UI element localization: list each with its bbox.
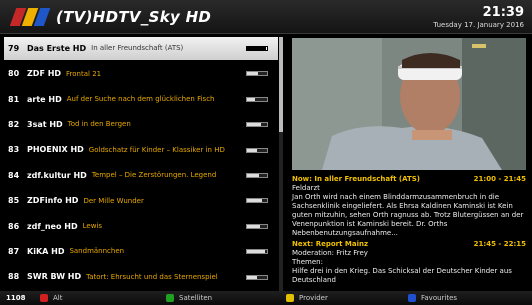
yellow-key-icon (286, 294, 294, 302)
next-themes: Themen: (292, 258, 323, 266)
now-title: Now: In aller Freundschaft (ATS) (292, 175, 421, 183)
green-key-label: Satelliten (179, 294, 213, 302)
channel-name: 3sat HD (27, 119, 63, 129)
channel-row[interactable]: 88 SWR BW HD Tatort: Ehrsucht und das Ster… (4, 266, 278, 289)
channel-program: Tatort: Ehrsucht und das Sternenspiel (86, 272, 218, 281)
now-time: 21:00 - 21:45 (473, 175, 526, 183)
scrollbar-thumb[interactable] (279, 37, 283, 132)
channel-program: Goldschatz für Kinder – Klassiker in HD (88, 145, 225, 154)
bouquet-title: (TV)HDTV_Sky HD (56, 8, 212, 26)
channel-row[interactable]: 85 ZDFinfo HD Der Mille Wunder (4, 189, 278, 212)
channel-number: 80 (8, 69, 20, 79)
yellow-key-button[interactable]: Provider (286, 294, 328, 302)
program-progress-bar (246, 249, 268, 255)
program-progress-bar (246, 274, 268, 280)
channel-row[interactable]: 79 Das Erste HD In aller Freundschaft (ATS… (4, 37, 278, 60)
channel-number: 82 (8, 119, 20, 129)
channel-row[interactable]: 81 arte HD Auf der Suche nach dem glücklic… (4, 88, 278, 111)
channel-name: PHOENIX HD (27, 145, 84, 155)
program-progress-fill (247, 72, 258, 76)
program-progress-bar (246, 147, 268, 153)
program-progress-fill (247, 123, 261, 127)
program-progress-fill (247, 250, 265, 254)
channel-program: Frontal 21 (66, 69, 102, 78)
green-key-button[interactable]: Satelliten (166, 294, 212, 302)
top-bar: (TV)HDTV_Sky HD 21:39 Tuesday 17. Januar… (0, 0, 532, 34)
channel-number: 83 (8, 145, 20, 155)
green-key-icon (166, 294, 174, 302)
channel-count: 1108 (6, 294, 26, 302)
channel-program: In aller Freundschaft (ATS) (91, 44, 184, 53)
channel-row[interactable]: 80 ZDF HD Frontal 21 (4, 62, 278, 85)
channel-list[interactable]: 79 Das Erste HD In aller Freundschaft (ATS… (4, 37, 278, 291)
channel-number: 79 (8, 43, 20, 53)
channel-number: 86 (8, 221, 20, 231)
bottom-bar: 1108 Alt Satelliten Provider Favourites (0, 291, 532, 305)
channel-list-scrollbar[interactable] (279, 37, 283, 291)
program-progress-fill (247, 97, 255, 101)
next-title: Next: Report Mainz (292, 240, 369, 248)
channel-number: 85 (8, 196, 20, 206)
channel-name: KiKA HD (27, 246, 65, 256)
preview-image (292, 38, 526, 170)
now-genre: Feldarzt (292, 184, 320, 192)
program-progress-bar (246, 71, 268, 77)
program-progress-bar (246, 122, 268, 128)
program-progress-fill (247, 224, 260, 228)
next-description: Hilfe drei in den Krieg. Das Schicksal d… (292, 267, 512, 284)
red-key-label: Alt (53, 294, 63, 302)
program-progress-fill (247, 174, 259, 177)
channel-program: Tempel – Die Zerstörungen. Legend (91, 171, 217, 180)
program-progress-bar (246, 96, 268, 102)
channel-name: ZDFinfo HD (27, 196, 79, 206)
channel-program: Lewis (82, 222, 103, 231)
channel-name: SWR BW HD (27, 272, 82, 282)
red-key-icon (40, 294, 48, 302)
program-progress-fill (247, 275, 257, 279)
channel-number: 81 (8, 94, 20, 104)
program-progress-fill (247, 47, 266, 50)
program-progress-bar (246, 46, 268, 51)
channel-program: Tod in den Bergen (67, 120, 131, 129)
program-progress-bar (246, 198, 268, 204)
date: Tuesday 17. January 2016 (433, 21, 524, 29)
program-progress-fill (247, 148, 257, 152)
channel-name: zdf.kultur HD (27, 170, 87, 180)
next-time: 21:45 - 22:15 (473, 240, 526, 248)
clock: 21:39 (482, 5, 524, 20)
blue-key-label: Favourites (421, 294, 458, 302)
yellow-key-label: Provider (299, 294, 328, 302)
channel-number: 84 (8, 170, 20, 180)
channel-row[interactable]: 83 PHOENIX HD Goldschatz für Kinder – Klas… (4, 139, 278, 162)
channel-program: Sandmännchen (69, 247, 125, 256)
blue-key-icon (408, 294, 416, 302)
channel-name: Das Erste HD (27, 43, 87, 53)
program-progress-bar (246, 173, 268, 178)
next-moderation: Moderation: Fritz Frey (292, 249, 368, 257)
tv-logo-icon (7, 6, 51, 28)
now-header: Now: In aller Freundschaft (ATS) 21:00 -… (292, 175, 526, 184)
program-progress-fill (247, 199, 262, 203)
channel-row[interactable]: 82 3sat HD Tod in den Bergen (4, 113, 278, 136)
epg-info-panel: Now: In aller Freundschaft (ATS) 21:00 -… (292, 175, 526, 285)
channel-name: ZDF HD (27, 69, 62, 79)
program-progress-bar (246, 223, 268, 229)
channel-number: 88 (8, 272, 20, 282)
channel-program: Der Mille Wunder (83, 196, 144, 205)
channel-number: 87 (8, 246, 20, 256)
channel-row[interactable]: 86 zdf_neo HD Lewis (4, 215, 278, 238)
channel-row[interactable]: 87 KiKA HD Sandmännchen (4, 240, 278, 263)
channel-program: Auf der Suche nach dem glücklichen Fisch (66, 95, 215, 104)
channel-row[interactable]: 84 zdf.kultur HD Tempel – Die Zerstörungen… (4, 164, 278, 187)
red-key-button[interactable]: Alt (40, 294, 62, 302)
now-description: Jan Orth wird nach einem Blinddarmzusamm… (292, 193, 524, 237)
video-preview (292, 38, 526, 170)
channel-name: arte HD (27, 94, 62, 104)
channel-name: zdf_neo HD (27, 221, 78, 231)
blue-key-button[interactable]: Favourites (408, 294, 457, 302)
next-header: Next: Report Mainz 21:45 - 22:15 (292, 240, 526, 249)
